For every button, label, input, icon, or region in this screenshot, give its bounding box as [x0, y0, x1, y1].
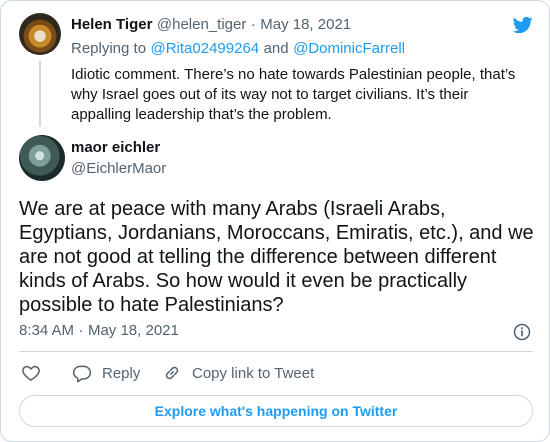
reply-author-name[interactable]: Helen Tiger — [71, 16, 152, 33]
actions-divider — [19, 351, 533, 352]
main-author-name-row: maor eichler — [71, 139, 160, 157]
tweet-embed-card: Helen Tiger @helen_tiger · May 18, 2021 … — [0, 0, 550, 442]
link-icon — [165, 366, 179, 380]
reply-separator: · — [250, 16, 256, 33]
reply-tweet-header: Helen Tiger @helen_tiger · May 18, 2021 — [71, 16, 351, 34]
main-tweet-time[interactable]: 8:34 AM — [19, 322, 74, 339]
like-button[interactable] — [21, 363, 41, 383]
twitter-bird-icon[interactable] — [512, 15, 534, 35]
reply-tweet-text: Idiotic comment. There’s no hate towards… — [71, 66, 516, 123]
replying-to-prefix: Replying to — [71, 40, 147, 57]
main-author-name[interactable]: maor eichler — [71, 139, 160, 156]
mention-rita[interactable]: @Rita02499264 — [151, 40, 260, 57]
reply-button[interactable]: Reply — [72, 363, 140, 383]
copy-link-label: Copy link to Tweet — [192, 364, 315, 382]
reply-bubble-icon — [72, 365, 92, 383]
main-author-handle[interactable]: @EichlerMaor — [71, 160, 166, 177]
reply-author-handle[interactable]: @helen_tiger — [157, 16, 246, 33]
avatar-helen-tiger[interactable] — [19, 13, 61, 55]
main-tweet-text: We are at peace with many Arabs (Israeli… — [19, 198, 534, 316]
main-tweet-timestamp: 8:34 AM · May 18, 2021 — [19, 322, 179, 340]
copy-link-button[interactable]: Copy link to Tweet — [162, 363, 314, 383]
avatar-maor-eichler[interactable] — [19, 135, 65, 181]
main-author-handle-row: @EichlerMaor — [71, 160, 166, 178]
replying-and: and — [263, 40, 289, 57]
replying-to-line: Replying to @Rita02499264 and @DominicFa… — [71, 40, 405, 58]
main-tweet-separator: · — [78, 322, 84, 339]
mention-dominic[interactable]: @DominicFarrell — [293, 40, 405, 57]
info-icon[interactable] — [512, 322, 532, 342]
reply-label: Reply — [102, 364, 141, 382]
reply-date[interactable]: May 18, 2021 — [260, 16, 351, 33]
explore-twitter-button[interactable]: Explore what's happening on Twitter — [19, 395, 533, 427]
thread-connector-line — [39, 61, 41, 127]
heart-icon — [22, 365, 40, 381]
main-tweet-date[interactable]: May 18, 2021 — [88, 322, 179, 339]
